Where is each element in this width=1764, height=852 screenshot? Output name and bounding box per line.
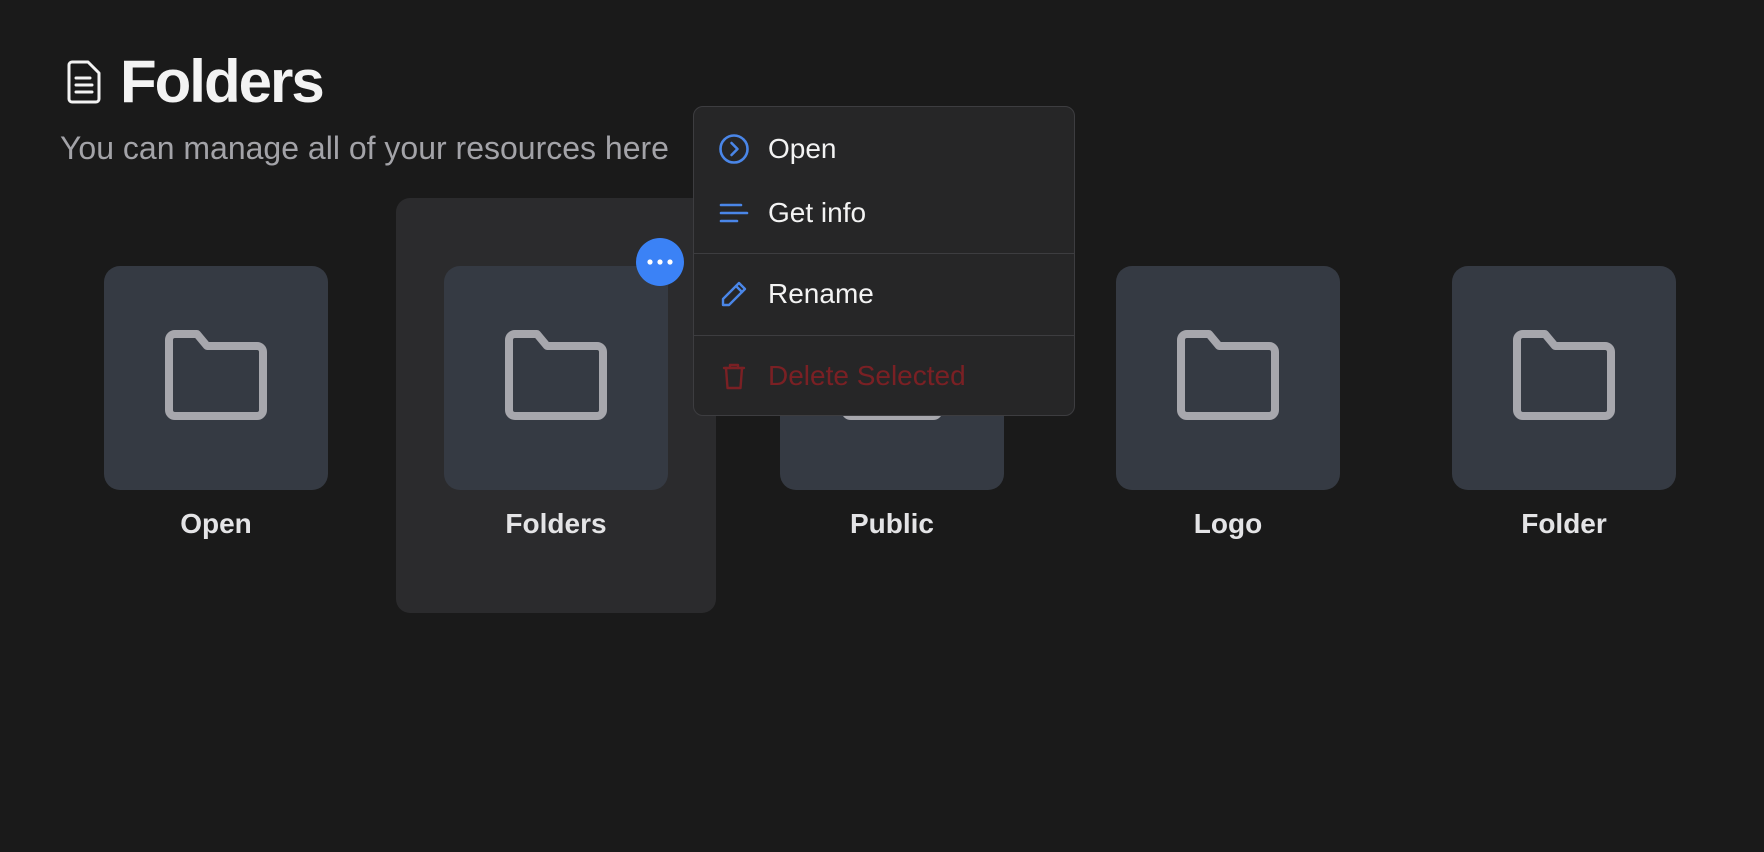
folder-thumbnail[interactable]	[1116, 266, 1340, 490]
menu-divider	[694, 335, 1074, 336]
menu-item-open[interactable]: Open	[694, 121, 1074, 177]
chevron-right-circle-icon	[718, 133, 750, 165]
pencil-icon	[718, 278, 750, 310]
folder-tile[interactable]: Folder	[1404, 198, 1724, 613]
folder-thumbnail[interactable]	[1452, 266, 1676, 490]
page-header: Folders	[60, 48, 325, 115]
folder-tile[interactable]: Open	[56, 198, 376, 613]
menu-item-get-info[interactable]: Get info	[694, 185, 1074, 241]
menu-item-label: Rename	[768, 278, 874, 309]
folder-icon	[1175, 329, 1281, 427]
context-menu: Open Get info Rename Delete Selected	[693, 106, 1075, 416]
folder-icon	[503, 329, 609, 427]
folder-thumbnail[interactable]	[104, 266, 328, 490]
menu-item-delete-selected[interactable]: Delete Selected	[694, 348, 1074, 404]
trash-icon	[718, 360, 750, 392]
menu-item-rename[interactable]: Rename	[694, 266, 1074, 322]
page-title: Folders	[120, 48, 325, 115]
document-icon	[60, 58, 108, 106]
menu-divider	[694, 253, 1074, 254]
folder-name[interactable]: Open	[56, 508, 376, 540]
lines-icon	[718, 197, 750, 229]
folder-name[interactable]: Public	[732, 508, 1052, 540]
more-options-button[interactable]	[636, 238, 684, 286]
ellipsis-icon	[646, 253, 674, 271]
menu-item-label: Get info	[768, 197, 867, 228]
folder-tile[interactable]: Logo	[1068, 198, 1388, 613]
folder-name[interactable]: Logo	[1068, 508, 1388, 540]
folder-icon	[163, 329, 269, 427]
menu-item-label: Open	[768, 133, 837, 164]
folder-name[interactable]: Folder	[1404, 508, 1724, 540]
folder-thumbnail[interactable]	[444, 266, 668, 490]
folders-page: Folders You can manage all of your resou…	[0, 0, 1764, 852]
folder-icon	[1511, 329, 1617, 427]
folder-name[interactable]: Folders	[396, 508, 716, 540]
page-subtitle: You can manage all of your resources her…	[60, 130, 669, 166]
menu-item-label: Delete Selected	[768, 360, 966, 391]
